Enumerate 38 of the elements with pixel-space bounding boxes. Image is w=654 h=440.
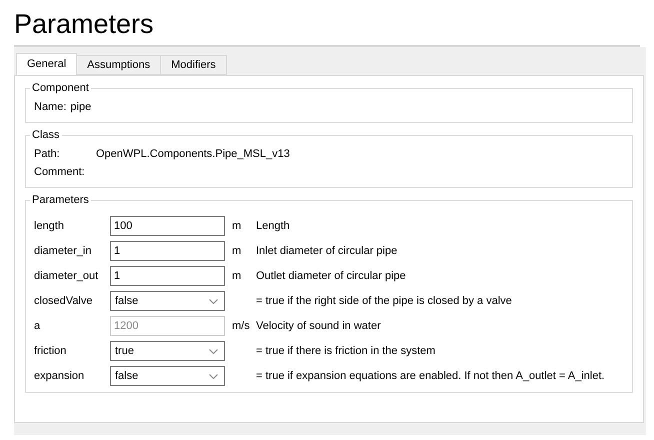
field-label: Name: bbox=[34, 101, 66, 113]
chevron-down-icon bbox=[209, 348, 218, 354]
parameter-description: Outlet diameter of circular pipe bbox=[256, 270, 406, 282]
group-title: Class bbox=[31, 129, 61, 141]
parameter-name: friction bbox=[34, 345, 68, 357]
value-dropdown[interactable]: true bbox=[110, 341, 225, 361]
parameter-name: length bbox=[34, 220, 65, 232]
chevron-down-icon bbox=[209, 298, 218, 304]
parameter-description: Length bbox=[256, 220, 290, 232]
parameter-description: = true if there is friction in the system bbox=[256, 345, 436, 357]
unit-label: m/s bbox=[232, 320, 250, 332]
parameter-description: Inlet diameter of circular pipe bbox=[256, 245, 398, 257]
parameter-name: diameter_out bbox=[34, 270, 100, 282]
parameter-name: diameter_in bbox=[34, 245, 92, 257]
value-field[interactable]: 1 bbox=[110, 266, 225, 286]
tab[interactable]: Assumptions bbox=[76, 55, 162, 75]
tab[interactable]: Modifiers bbox=[160, 55, 227, 75]
value-field[interactable]: 100 bbox=[110, 216, 225, 236]
parameter-description: = true if expansion equations are enabled. If not then A_outlet = A_inlet. bbox=[256, 370, 605, 382]
parameter-name: expansion bbox=[34, 370, 86, 382]
class-path: OpenWPL.Components.Pipe_MSL_v13 bbox=[96, 148, 290, 160]
group-title: Parameters bbox=[31, 194, 90, 206]
value-dropdown[interactable]: false bbox=[110, 291, 225, 311]
field-label: Comment: bbox=[34, 166, 85, 178]
component-name: pipe bbox=[70, 101, 92, 113]
tab[interactable]: General bbox=[16, 53, 78, 75]
chevron-down-icon bbox=[209, 374, 218, 378]
unit-label: m bbox=[232, 245, 242, 257]
value-field[interactable]: 1 bbox=[110, 241, 225, 261]
unit-label: m bbox=[232, 270, 242, 282]
parameter-name: a bbox=[34, 320, 42, 332]
value-dropdown[interactable]: false bbox=[110, 366, 225, 386]
field-label: Path: bbox=[34, 148, 61, 160]
unit-label: m bbox=[232, 220, 242, 232]
parameter-description: Velocity of sound in water bbox=[256, 320, 381, 332]
parameter-name: closedValve bbox=[34, 295, 94, 307]
group-title: Component bbox=[31, 82, 90, 94]
parameter-description: = true if the right side of the pipe is closed by a valve bbox=[256, 295, 512, 307]
